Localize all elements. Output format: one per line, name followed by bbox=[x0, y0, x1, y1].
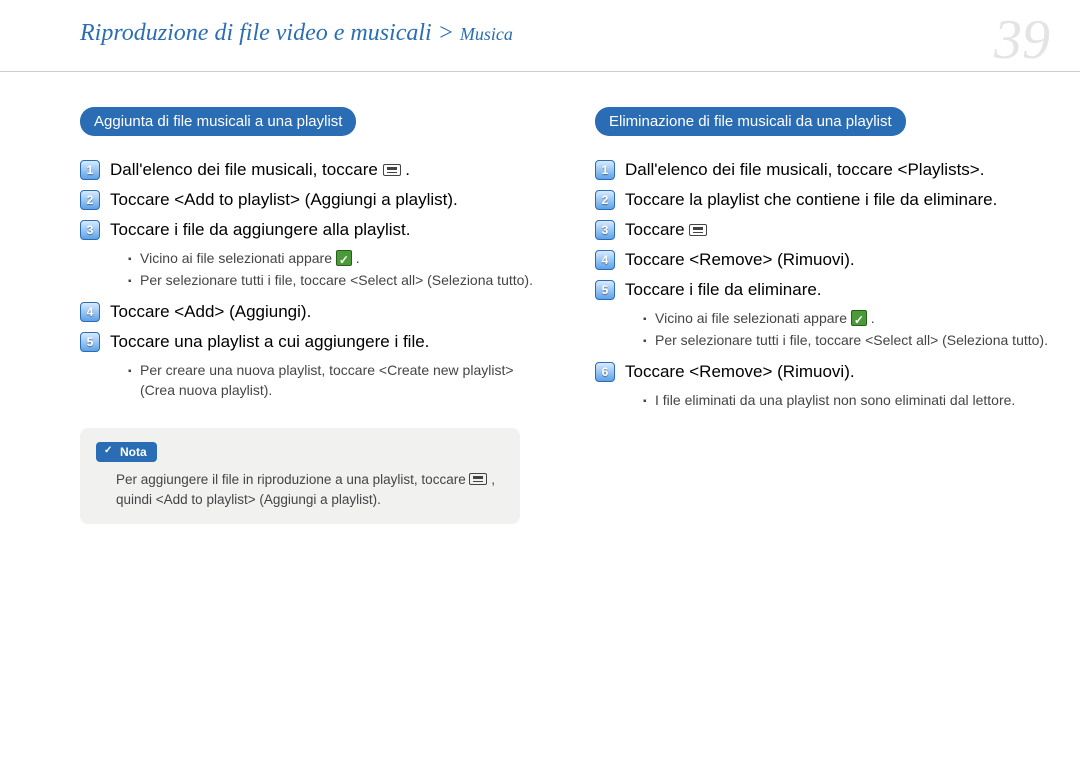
section-title-left: Aggiunta di file musicali a una playlist bbox=[80, 107, 356, 136]
left-column: Aggiunta di file musicali a una playlist… bbox=[80, 107, 535, 524]
page-number: 39 bbox=[994, 8, 1050, 72]
step-text: Toccare bbox=[625, 218, 707, 242]
step-text: Toccare <Remove> (Rimuovi). bbox=[625, 248, 855, 272]
step-5-right: 5 Toccare i file da eliminare. bbox=[595, 278, 1050, 302]
menu-icon bbox=[469, 473, 487, 485]
note-box: Nota Per aggiungere il file in riproduzi… bbox=[80, 428, 520, 524]
step-text: Toccare la playlist che contiene i file … bbox=[625, 188, 997, 212]
step-text: Toccare <Add to playlist> (Aggiungi a pl… bbox=[110, 188, 458, 212]
step-3-right: 3 Toccare bbox=[595, 218, 1050, 242]
step-number: 3 bbox=[80, 220, 100, 240]
sub-list: Per creare una nuova playlist, toccare <… bbox=[128, 360, 535, 400]
step-text: Toccare <Add> (Aggiungi). bbox=[110, 300, 311, 324]
check-icon bbox=[851, 310, 867, 326]
content-area: Aggiunta di file musicali a una playlist… bbox=[0, 72, 1080, 524]
step-1-right: 1 Dall'elenco dei file musicali, toccare… bbox=[595, 158, 1050, 182]
step-number: 5 bbox=[80, 332, 100, 352]
sub-item: Vicino ai file selezionati appare . bbox=[128, 248, 535, 268]
step-number: 6 bbox=[595, 362, 615, 382]
step-text: Dall'elenco dei file musicali, toccare . bbox=[110, 158, 410, 182]
step-text: Toccare <Remove> (Rimuovi). bbox=[625, 360, 855, 384]
step-3-left: 3 Toccare i file da aggiungere alla play… bbox=[80, 218, 535, 242]
note-label: Nota bbox=[120, 445, 147, 459]
step-text: Toccare i file da eliminare. bbox=[625, 278, 822, 302]
step-number: 3 bbox=[595, 220, 615, 240]
sub-item: Vicino ai file selezionati appare . bbox=[643, 308, 1050, 328]
step-2-left: 2 Toccare <Add to playlist> (Aggiungi a … bbox=[80, 188, 535, 212]
sub-item: Per creare una nuova playlist, toccare <… bbox=[128, 360, 535, 400]
menu-icon bbox=[383, 164, 401, 176]
sub-list: Vicino ai file selezionati appare . Per … bbox=[643, 308, 1050, 350]
step-number: 5 bbox=[595, 280, 615, 300]
step-number: 1 bbox=[80, 160, 100, 180]
step-number: 2 bbox=[595, 190, 615, 210]
menu-icon bbox=[689, 224, 707, 236]
step-5-left: 5 Toccare una playlist a cui aggiungere … bbox=[80, 330, 535, 354]
step-1-left: 1 Dall'elenco dei file musicali, toccare… bbox=[80, 158, 535, 182]
step-2-right: 2 Toccare la playlist che contiene i fil… bbox=[595, 188, 1050, 212]
step-4-left: 4 Toccare <Add> (Aggiungi). bbox=[80, 300, 535, 324]
step-text: Toccare i file da aggiungere alla playli… bbox=[110, 218, 411, 242]
step-text: Dall'elenco dei file musicali, toccare <… bbox=[625, 158, 984, 182]
check-icon bbox=[336, 250, 352, 266]
sub-item: Per selezionare tutti i file, toccare <S… bbox=[643, 330, 1050, 350]
sub-item: I file eliminati da una playlist non son… bbox=[643, 390, 1050, 410]
step-4-right: 4 Toccare <Remove> (Rimuovi). bbox=[595, 248, 1050, 272]
sub-list: Vicino ai file selezionati appare . Per … bbox=[128, 248, 535, 290]
sub-list: I file eliminati da una playlist non son… bbox=[643, 390, 1050, 410]
section-title-right: Eliminazione di file musicali da una pla… bbox=[595, 107, 906, 136]
step-number: 4 bbox=[595, 250, 615, 270]
right-column: Eliminazione di file musicali da una pla… bbox=[595, 107, 1050, 524]
breadcrumb-sub: Musica bbox=[460, 24, 513, 44]
step-text: Toccare una playlist a cui aggiungere i … bbox=[110, 330, 429, 354]
breadcrumb-main: Riproduzione di file video e musicali > bbox=[80, 20, 460, 46]
note-text: Per aggiungere il file in riproduzione a… bbox=[96, 470, 504, 510]
step-6-right: 6 Toccare <Remove> (Rimuovi). bbox=[595, 360, 1050, 384]
step-number: 2 bbox=[80, 190, 100, 210]
note-badge: Nota bbox=[96, 442, 157, 462]
note-icon bbox=[102, 445, 116, 459]
page-header: Riproduzione di file video e musicali > … bbox=[0, 0, 1080, 72]
step-number: 4 bbox=[80, 302, 100, 322]
sub-item: Per selezionare tutti i file, toccare <S… bbox=[128, 270, 535, 290]
step-number: 1 bbox=[595, 160, 615, 180]
breadcrumb: Riproduzione di file video e musicali > … bbox=[80, 20, 513, 46]
